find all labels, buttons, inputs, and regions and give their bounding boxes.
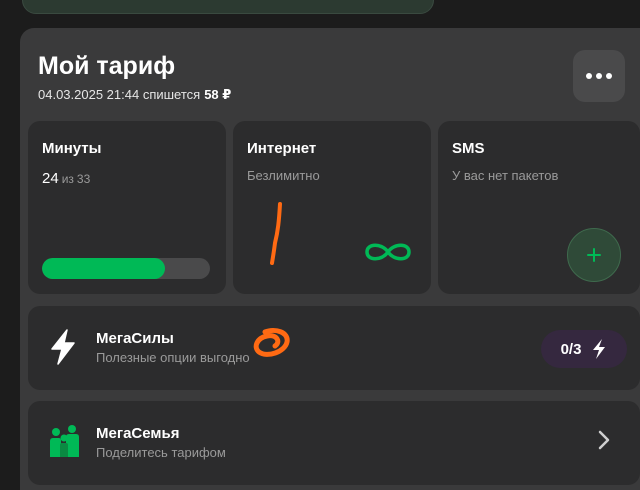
infinity-icon: [365, 243, 411, 261]
previous-card[interactable]: [22, 0, 434, 14]
minutes-progress-fill: [42, 258, 165, 279]
sms-title: SMS: [452, 140, 485, 157]
minutes-total: 33: [76, 172, 91, 186]
add-sms-button[interactable]: [567, 228, 621, 282]
megasily-badge-count: 0/3: [560, 340, 582, 358]
internet-subtitle: Безлимитно: [247, 168, 320, 183]
megasemya-row[interactable]: МегаСемья Поделитесь тарифом: [28, 401, 640, 485]
megasemya-title: МегаСемья: [96, 425, 180, 442]
internet-title: Интернет: [247, 140, 317, 157]
plus-icon: [587, 248, 601, 262]
family-icon: [50, 425, 79, 457]
more-dot-icon: [586, 73, 592, 79]
megasily-title: МегаСилы: [96, 330, 174, 347]
orange-scribble-line: [270, 202, 282, 265]
minutes-tile[interactable]: Минуты 24 из 33: [28, 121, 226, 294]
minutes-of-label: из: [61, 172, 74, 186]
charge-date: 04.03.2025 21:44 спишется: [38, 87, 201, 102]
more-dot-icon: [596, 73, 602, 79]
minutes-progress-bar: [42, 258, 210, 279]
more-options-button[interactable]: [573, 50, 625, 102]
minutes-count: 24 из 33: [42, 170, 90, 187]
internet-tile[interactable]: Интернет Безлимитно: [233, 121, 431, 294]
orange-scribble-circle: [253, 327, 290, 357]
minutes-used: 24: [42, 170, 59, 187]
charge-info: 04.03.2025 21:44 спишется 58 ₽: [38, 87, 231, 103]
lightning-icon: [51, 329, 75, 365]
page-title: Мой тариф: [38, 52, 176, 80]
minutes-title: Минуты: [42, 140, 102, 157]
chevron-right-icon: [598, 430, 610, 450]
megasemya-subtitle: Поделитесь тарифом: [96, 445, 226, 460]
sms-subtitle: У вас нет пакетов: [452, 168, 559, 183]
sms-tile[interactable]: SMS У вас нет пакетов: [438, 121, 640, 294]
megasily-badge[interactable]: 0/3: [541, 330, 627, 368]
charge-amount: 58 ₽: [204, 87, 232, 102]
more-dot-icon: [606, 73, 612, 79]
megasily-row[interactable]: МегаСилы Полезные опции выгодно 0/3: [28, 306, 640, 390]
lightning-small-icon: [593, 339, 606, 359]
megasily-subtitle: Полезные опции выгодно: [96, 350, 250, 365]
